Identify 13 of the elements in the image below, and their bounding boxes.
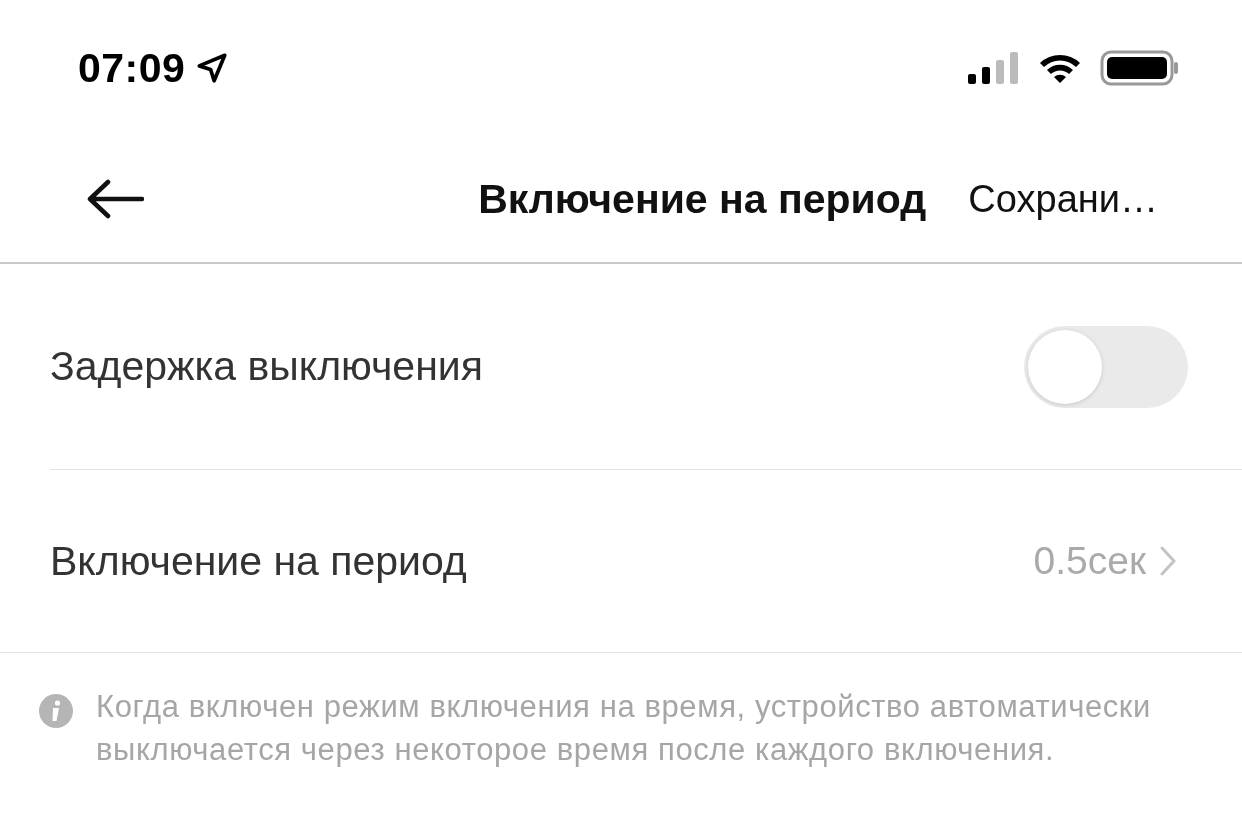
save-button[interactable]: Сохрани… [968, 177, 1158, 221]
status-time: 07:09 [78, 44, 186, 92]
location-arrow-icon [195, 51, 230, 85]
signal-icon [968, 50, 1020, 86]
info-icon [38, 693, 74, 729]
page-title: Включение на период [477, 175, 928, 223]
info-text: Когда включен режим включения на время, устройство автоматически выключается через некоторое время после каждого включения. [96, 688, 1152, 769]
chevron-right-icon [1160, 546, 1176, 576]
back-arrow-icon [86, 179, 144, 219]
battery-icon [1100, 50, 1180, 86]
setting-label: Задержка выключения [50, 343, 484, 390]
wifi-icon [1038, 52, 1082, 84]
setting-label: Включение на период [50, 537, 468, 585]
